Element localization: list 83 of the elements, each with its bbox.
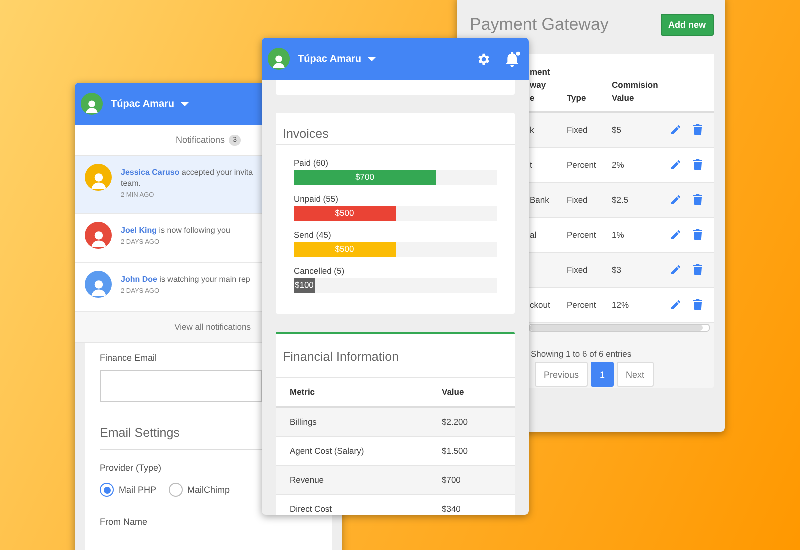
radio-option[interactable]: Mail PHP (100, 483, 157, 497)
entries-summary: Showing 1 to 6 of 6 entries (531, 349, 633, 359)
caret-icon[interactable] (368, 56, 376, 62)
table-cell: ckout (530, 300, 550, 310)
table-cell-text: 2% (612, 160, 626, 170)
field-label: Provider (Type) (100, 463, 162, 473)
pencil-icon[interactable] (670, 124, 682, 136)
column-header: Commision Value (612, 79, 658, 105)
scrollbar[interactable] (529, 324, 710, 332)
column-header: ment way e (530, 66, 552, 105)
progress-fill: $100 (294, 278, 315, 293)
card-title: Financial Information (276, 334, 515, 378)
add-new-button[interactable]: Add new (660, 14, 714, 36)
bell-icon[interactable] (505, 50, 521, 68)
table-cell-text: Fixed (567, 195, 589, 205)
table-cell-text: $5 (612, 125, 622, 135)
table-cell: k (530, 125, 534, 135)
pencil-icon[interactable] (670, 194, 682, 206)
trash-icon[interactable] (693, 299, 703, 311)
notification-text: Jessica Caruso accepted your invita team. (121, 167, 254, 189)
bar-label: Send (45) (294, 230, 332, 240)
table-cell-text: $3 (612, 265, 622, 275)
radio-option[interactable]: MailChimp (168, 483, 230, 497)
table-cell-text: Agent Cost (Salary) (290, 446, 366, 456)
trash-icon[interactable] (693, 264, 703, 276)
user-link[interactable]: John Doe (121, 275, 158, 284)
column-header: Value (442, 387, 464, 397)
radio-label: Mail PHP (119, 485, 157, 495)
table-cell-text: 12% (612, 300, 630, 310)
table-cell-text: Fixed (567, 265, 589, 275)
trash-icon[interactable] (693, 229, 703, 241)
table-cell: $700 (442, 475, 461, 485)
bar-label: Cancelled (5) (294, 266, 346, 276)
table-cell-text: Billings (290, 417, 318, 427)
page-button[interactable]: Previous (535, 362, 588, 387)
email-field[interactable] (100, 370, 262, 402)
table-cell-text: Fixed (567, 125, 589, 135)
radio-button[interactable] (168, 483, 183, 497)
trash-icon[interactable] (693, 194, 703, 206)
table-cell-text: $2.5 (612, 195, 630, 205)
table-cell: $2.200 (442, 417, 468, 427)
field-label: From Name (100, 517, 148, 527)
table-cell: Bank (530, 195, 550, 205)
table-cell-text: Percent (567, 230, 598, 240)
field-label: Finance Email (100, 353, 158, 363)
table-cell: t (530, 160, 532, 170)
user-name[interactable]: Túpac Amaru (111, 98, 175, 110)
notifications-title: Notifications (176, 135, 226, 145)
column-header: Metric (290, 387, 316, 397)
table-cell-text: Percent (567, 300, 598, 310)
card-title: Invoices (276, 113, 515, 145)
trash-icon[interactable] (693, 159, 703, 171)
page-title: Payment Gateway (470, 15, 609, 35)
table-cell-text: 1% (612, 230, 626, 240)
notification-text: John Doe is watching your main rep (121, 274, 250, 285)
pencil-icon[interactable] (670, 159, 682, 171)
progress-fill: $700 (294, 170, 436, 185)
table-cell: $1.500 (442, 446, 468, 456)
user-link[interactable]: Joel King (121, 226, 158, 235)
radio-label: MailChimp (188, 485, 230, 495)
caret-icon[interactable] (180, 102, 189, 106)
user-link[interactable]: Jessica Caruso (121, 168, 180, 177)
trash-icon[interactable] (693, 124, 703, 136)
bar-label: Paid (60) (294, 158, 330, 168)
user-name[interactable]: Túpac Amaru (298, 54, 362, 64)
page-button[interactable]: 1 (591, 362, 614, 387)
progress-fill: $500 (294, 242, 396, 257)
table-cell: al (530, 230, 537, 240)
pencil-icon[interactable] (670, 264, 682, 276)
table-cell: $340 (442, 504, 461, 514)
page-button[interactable]: Next (617, 362, 654, 387)
table-cell-text: Percent (567, 160, 598, 170)
view-all-link[interactable]: View all notifications (75, 312, 262, 343)
radio-button[interactable] (100, 483, 114, 497)
progress-fill: $500 (294, 206, 396, 221)
table-cell-text: Direct Cost (290, 504, 334, 514)
column-header: Type (567, 92, 586, 105)
pencil-icon[interactable] (670, 299, 682, 311)
bar-label: Unpaid (55) (294, 194, 340, 204)
table-cell-text: Revenue (290, 475, 326, 485)
notification-text: Joel King is now following you (121, 225, 230, 236)
settings-icon[interactable] (476, 52, 491, 66)
pencil-icon[interactable] (670, 229, 682, 241)
